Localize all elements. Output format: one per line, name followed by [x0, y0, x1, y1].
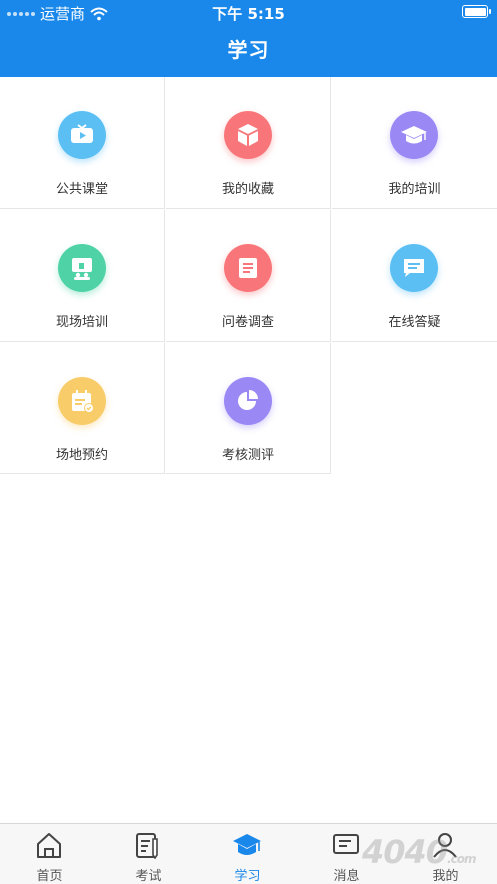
grid-item-label: 公共课堂 [55, 182, 108, 197]
grid-item-label: 现场培训 [55, 315, 108, 330]
tab-home[interactable]: 首页 [0, 824, 99, 884]
home-icon [37, 833, 61, 858]
grid-item-label: 我的收藏 [221, 182, 274, 197]
tab-label: 学习 [234, 869, 261, 884]
exam-icon [136, 833, 158, 859]
chat-bubble-icon [390, 244, 438, 292]
watermark: 4040.com [362, 833, 476, 871]
battery-icon [462, 5, 491, 18]
grid-item-label: 场地预约 [55, 448, 108, 463]
page-title: 学习 [227, 38, 270, 62]
grid-item-assessment[interactable]: 考核测评 [166, 343, 331, 474]
pie-chart-icon [224, 377, 272, 425]
grid-item-label: 考核测评 [221, 448, 274, 463]
tab-label: 考试 [135, 869, 162, 884]
box-icon [224, 111, 272, 159]
tab-exam[interactable]: 考试 [99, 824, 198, 884]
document-icon [224, 244, 272, 292]
study-icon [233, 834, 261, 855]
grid-item-onsite-training[interactable]: 现场培训 [0, 210, 165, 342]
grid-item-my-training[interactable]: 我的培训 [332, 77, 497, 209]
calendar-check-icon [58, 377, 106, 425]
graduation-cap-icon [390, 111, 438, 159]
status-time: 下午 5:15 [212, 5, 285, 23]
tv-icon [58, 111, 106, 159]
grid-item-online-qa[interactable]: 在线答疑 [332, 210, 497, 342]
grid-item-public-class[interactable]: 公共课堂 [0, 77, 165, 209]
app-header: 运营商 下午 5:15 学习 [0, 0, 497, 77]
tab-study[interactable]: 学习 [198, 824, 297, 884]
grid-item-venue-booking[interactable]: 场地预约 [0, 343, 165, 474]
whiteboard-icon [58, 244, 106, 292]
message-icon [333, 834, 359, 854]
status-bar: 运营商 下午 5:15 [0, 0, 497, 24]
tab-label: 首页 [36, 869, 63, 884]
grid-item-favorites[interactable]: 我的收藏 [166, 77, 331, 209]
grid-item-label: 在线答疑 [388, 315, 441, 330]
grid-item-survey[interactable]: 问卷调查 [166, 210, 331, 342]
grid-item-label: 问卷调查 [221, 315, 274, 330]
grid-item-label: 我的培训 [388, 182, 441, 197]
